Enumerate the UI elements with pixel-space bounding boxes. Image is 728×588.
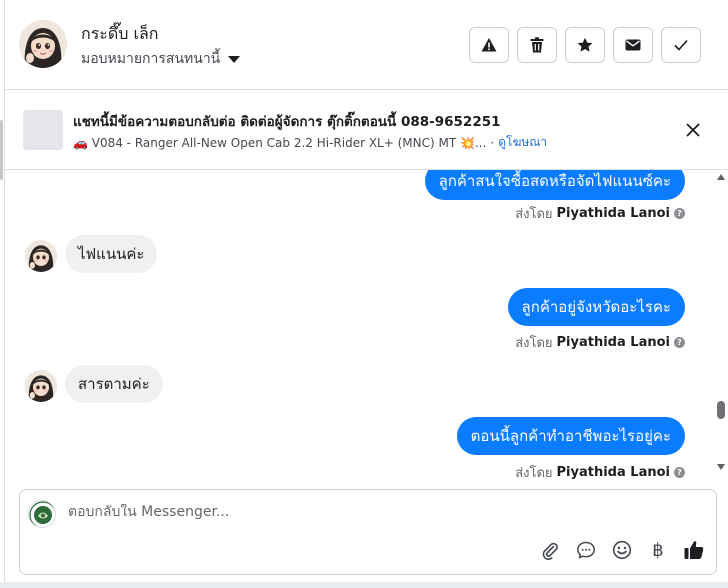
view-ad-link[interactable]: ดูโฆษณา	[498, 133, 547, 152]
conversation-panel: กระดึ๊บ เล็ก มอบหมายการสนทนานี้ แชทนี้มี…	[4, 0, 728, 588]
sent-by-prefix: ส่งโดย	[515, 207, 553, 222]
contact-name[interactable]: กระดึ๊บ เล็ก	[81, 22, 158, 47]
banner-title: แชทนี้มีข้อความตอบกลับต่อ ติดต่อผู้จัดกา…	[73, 114, 501, 130]
sent-by-label: ส่งโดย Piyathida Lanoi ?	[515, 332, 685, 353]
assign-conversation-dropdown[interactable]: มอบหมายการสนทนานี้	[81, 48, 241, 70]
ad-thumbnail	[23, 110, 63, 150]
scroll-down-arrow[interactable]	[717, 464, 725, 470]
bottom-edge	[0, 582, 728, 588]
info-icon[interactable]: ?	[674, 467, 685, 478]
report-button[interactable]	[469, 27, 509, 63]
warning-icon	[481, 38, 497, 52]
header-actions	[469, 27, 701, 63]
scroll-up-arrow[interactable]	[717, 174, 725, 180]
caret-down-icon	[228, 56, 241, 63]
contact-avatar[interactable]	[19, 20, 67, 68]
avatar-illustration	[25, 240, 57, 272]
info-icon[interactable]: ?	[674, 208, 685, 219]
composer-tools: ฿	[538, 538, 706, 562]
banner-subtitle-row: 🚗 V084 - Ranger All-New Open Cab 2.2 Hi-…	[73, 133, 547, 152]
sender-name: Piyathida Lanoi	[556, 465, 670, 480]
assign-label: มอบหมายการสนทนานี้	[81, 51, 221, 67]
avatar-illustration	[25, 370, 57, 402]
close-icon	[686, 123, 700, 137]
message-list[interactable]: ลูกค้าสนใจซื้อสดหรือจัดไฟแนนซ์คะ ส่งโดย …	[5, 170, 728, 480]
send-like-button[interactable]	[682, 538, 706, 562]
baht-icon: ฿	[652, 539, 664, 561]
delete-button[interactable]	[517, 27, 557, 63]
message-outgoing[interactable]: ลูกค้าสนใจซื้อสดหรือจัดไฟแนนซ์คะ	[424, 170, 685, 200]
conversation-header: กระดึ๊บ เล็ก มอบหมายการสนทนานี้	[5, 0, 728, 90]
sender-name: Piyathida Lanoi	[556, 206, 670, 221]
message-incoming[interactable]: สารตามค่ะ	[65, 365, 163, 403]
check-icon	[674, 39, 688, 51]
sent-by-prefix: ส่งโดย	[515, 466, 553, 480]
page-avatar	[28, 500, 56, 528]
envelope-icon	[625, 39, 641, 51]
contact-avatar-small	[25, 370, 57, 402]
message-incoming[interactable]: ไฟแนนค่ะ	[65, 235, 158, 273]
message-outgoing[interactable]: ลูกค้าอยู่จังหวัดอะไรคะ	[507, 288, 685, 326]
reply-input[interactable]	[68, 504, 668, 520]
unread-button[interactable]	[613, 27, 653, 63]
scrollbar-thumb[interactable]	[717, 401, 725, 419]
emoji-button[interactable]	[610, 538, 634, 562]
payment-button[interactable]: ฿	[646, 538, 670, 562]
page-logo-icon	[29, 501, 55, 527]
sent-by-prefix: ส่งโดย	[515, 336, 553, 351]
ad-context-banner: แชทนี้มีข้อความตอบกลับต่อ ติดต่อผู้จัดกา…	[5, 91, 728, 170]
message-outgoing[interactable]: ตอนนี้ลูกค้าทำอาชีพอะไรอยู่คะ	[456, 417, 685, 455]
panel-resize-handle[interactable]	[0, 120, 3, 180]
close-banner-button[interactable]	[683, 120, 703, 140]
trash-icon	[530, 37, 544, 53]
saved-replies-button[interactable]	[574, 538, 598, 562]
info-icon[interactable]: ?	[674, 337, 685, 348]
paperclip-icon	[542, 542, 558, 560]
done-button[interactable]	[661, 27, 701, 63]
thumbs-up-icon	[684, 541, 704, 559]
attach-button[interactable]	[538, 538, 562, 562]
star-button[interactable]	[565, 27, 605, 63]
ad-name: 🚗 V084 - Ranger All-New Open Cab 2.2 Hi-…	[73, 135, 487, 150]
reply-composer: ฿	[19, 489, 717, 575]
separator-dot: ·	[490, 135, 495, 150]
emoji-icon	[612, 540, 632, 560]
sent-by-label: ส่งโดย Piyathida Lanoi ?	[515, 203, 685, 224]
contact-avatar-small	[25, 240, 57, 272]
star-icon	[577, 37, 593, 52]
chat-bubble-icon	[577, 541, 595, 559]
sender-name: Piyathida Lanoi	[556, 335, 670, 350]
avatar-illustration	[19, 20, 67, 68]
sent-by-label: ส่งโดย Piyathida Lanoi ?	[515, 462, 685, 480]
